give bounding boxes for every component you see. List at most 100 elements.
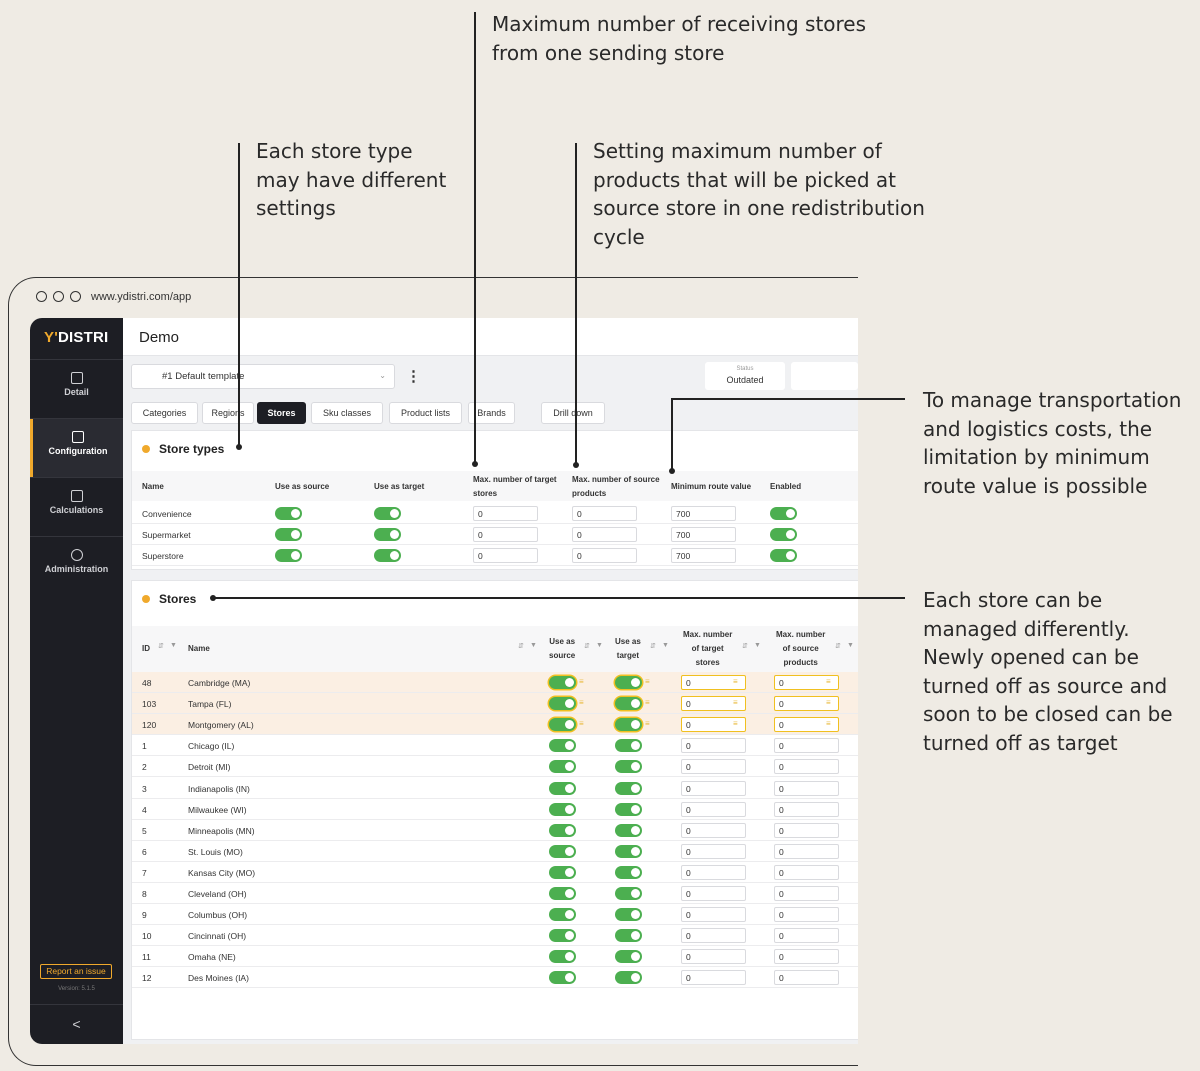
use-as-source-toggle[interactable] <box>549 971 576 985</box>
max-source-products-input[interactable]: 0 ≡ <box>774 717 839 733</box>
use-as-source-toggle[interactable] <box>549 802 576 816</box>
sidebar-item-administration[interactable]: Administration <box>30 537 123 595</box>
filter-icon[interactable]: ▼ <box>530 642 537 649</box>
use-as-source-toggle[interactable] <box>549 950 576 964</box>
use-as-target-toggle[interactable] <box>615 697 642 711</box>
use-as-target-toggle[interactable] <box>615 865 642 879</box>
max-source-products-input[interactable]: 0 <box>774 928 839 944</box>
sort-icon[interactable]: ⇵ <box>584 642 590 650</box>
use-as-target-toggle[interactable] <box>615 802 642 816</box>
use-as-target-toggle[interactable] <box>615 971 642 985</box>
use-as-target-toggle[interactable] <box>374 549 401 562</box>
use-as-source-toggle[interactable] <box>275 507 302 520</box>
min-route-value-input[interactable]: 700 <box>671 506 736 521</box>
max-target-stores-input[interactable]: 0 <box>681 949 746 965</box>
tab-regions[interactable]: Regions <box>202 402 254 424</box>
max-source-products-input[interactable]: 0 <box>774 970 839 986</box>
use-as-source-toggle[interactable] <box>549 844 576 858</box>
url-bar[interactable]: www.ydistri.com/app <box>91 291 191 303</box>
max-source-products-input[interactable]: 0 <box>572 548 637 563</box>
filter-icon[interactable]: ▼ <box>847 642 854 649</box>
use-as-target-toggle[interactable] <box>374 507 401 520</box>
enabled-toggle[interactable] <box>770 549 797 562</box>
enabled-toggle[interactable] <box>770 507 797 520</box>
more-options-icon[interactable]: ⋮ <box>406 367 421 385</box>
max-source-products-input[interactable]: 0 <box>774 822 839 838</box>
use-as-target-toggle[interactable] <box>374 528 401 541</box>
max-target-stores-input[interactable]: 0 <box>681 738 746 754</box>
tab-product-lists[interactable]: Product lists <box>389 402 462 424</box>
use-as-source-toggle[interactable] <box>275 549 302 562</box>
use-as-target-toggle[interactable] <box>615 718 642 732</box>
tab-stores[interactable]: Stores <box>257 402 306 424</box>
max-target-stores-input[interactable]: 0 <box>681 864 746 880</box>
max-source-products-input[interactable]: 0 <box>774 759 839 775</box>
use-as-source-toggle[interactable] <box>549 697 576 711</box>
use-as-source-toggle[interactable] <box>549 676 576 689</box>
max-target-stores-input[interactable]: 0 <box>681 759 746 775</box>
max-target-stores-input[interactable]: 0 <box>473 527 538 542</box>
use-as-target-toggle[interactable] <box>615 760 642 774</box>
min-route-value-input[interactable]: 700 <box>671 548 736 563</box>
tab-drill-down[interactable]: Drill down <box>541 402 605 424</box>
use-as-source-toggle[interactable] <box>549 718 576 732</box>
use-as-target-toggle[interactable] <box>615 929 642 943</box>
max-target-stores-input[interactable]: 0 <box>681 928 746 944</box>
use-as-source-toggle[interactable] <box>275 528 302 541</box>
collapse-sidebar-button[interactable]: < <box>30 1016 123 1032</box>
use-as-target-toggle[interactable] <box>615 781 642 795</box>
max-target-stores-input[interactable]: 0 <box>681 780 746 796</box>
use-as-target-toggle[interactable] <box>615 739 642 753</box>
filter-icon[interactable]: ▼ <box>596 642 603 649</box>
filter-icon[interactable]: ▼ <box>754 642 761 649</box>
min-route-value-input[interactable]: 700 <box>671 527 736 542</box>
max-source-products-input[interactable]: 0 <box>774 843 839 859</box>
use-as-source-toggle[interactable] <box>549 781 576 795</box>
report-issue-button[interactable]: Report an issue <box>40 964 112 979</box>
use-as-source-toggle[interactable] <box>549 929 576 943</box>
max-target-stores-input[interactable]: 0 <box>681 907 746 923</box>
max-target-stores-input[interactable]: 0 <box>681 822 746 838</box>
use-as-target-toggle[interactable] <box>615 908 642 922</box>
max-target-stores-input[interactable]: 0 <box>473 548 538 563</box>
use-as-target-toggle[interactable] <box>615 676 642 689</box>
max-target-stores-input[interactable]: 0 <box>473 506 538 521</box>
sort-icon[interactable]: ⇵ <box>518 642 524 650</box>
use-as-target-toggle[interactable] <box>615 887 642 900</box>
tab-sku-classes[interactable]: Sku classes <box>311 402 383 424</box>
use-as-source-toggle[interactable] <box>549 739 576 753</box>
template-select[interactable]: #1 Default template ⌄ <box>131 364 395 389</box>
max-source-products-input[interactable]: 0 ≡ <box>774 696 839 712</box>
use-as-source-toggle[interactable] <box>549 908 576 922</box>
sidebar-item-detail[interactable]: Detail <box>30 360 123 418</box>
sidebar-item-calculations[interactable]: Calculations <box>30 478 123 536</box>
max-source-products-input[interactable]: 0 ≡ <box>774 675 839 690</box>
sort-icon[interactable]: ⇵ <box>158 642 164 650</box>
sort-icon[interactable]: ⇵ <box>650 642 656 650</box>
use-as-source-toggle[interactable] <box>549 887 576 900</box>
max-source-products-input[interactable]: 0 <box>572 506 637 521</box>
max-target-stores-input[interactable]: 0 <box>681 970 746 986</box>
max-target-stores-input[interactable]: 0 ≡ <box>681 675 746 690</box>
max-source-products-input[interactable]: 0 <box>774 949 839 965</box>
use-as-source-toggle[interactable] <box>549 865 576 879</box>
use-as-target-toggle[interactable] <box>615 823 642 837</box>
max-target-stores-input[interactable]: 0 <box>681 886 746 901</box>
max-source-products-input[interactable]: 0 <box>774 801 839 817</box>
max-source-products-input[interactable]: 0 <box>774 780 839 796</box>
sort-icon[interactable]: ⇵ <box>742 642 748 650</box>
use-as-target-toggle[interactable] <box>615 844 642 858</box>
max-source-products-input[interactable]: 0 <box>572 527 637 542</box>
max-target-stores-input[interactable]: 0 ≡ <box>681 717 746 733</box>
max-source-products-input[interactable]: 0 <box>774 738 839 754</box>
max-target-stores-input[interactable]: 0 <box>681 801 746 817</box>
enabled-toggle[interactable] <box>770 528 797 541</box>
sort-icon[interactable]: ⇵ <box>835 642 841 650</box>
sidebar-item-configuration[interactable]: Configuration <box>30 419 123 477</box>
max-source-products-input[interactable]: 0 <box>774 886 839 901</box>
use-as-source-toggle[interactable] <box>549 760 576 774</box>
filter-icon[interactable]: ▼ <box>170 642 177 649</box>
max-source-products-input[interactable]: 0 <box>774 907 839 923</box>
tab-categories[interactable]: Categories <box>131 402 198 424</box>
max-target-stores-input[interactable]: 0 ≡ <box>681 696 746 712</box>
